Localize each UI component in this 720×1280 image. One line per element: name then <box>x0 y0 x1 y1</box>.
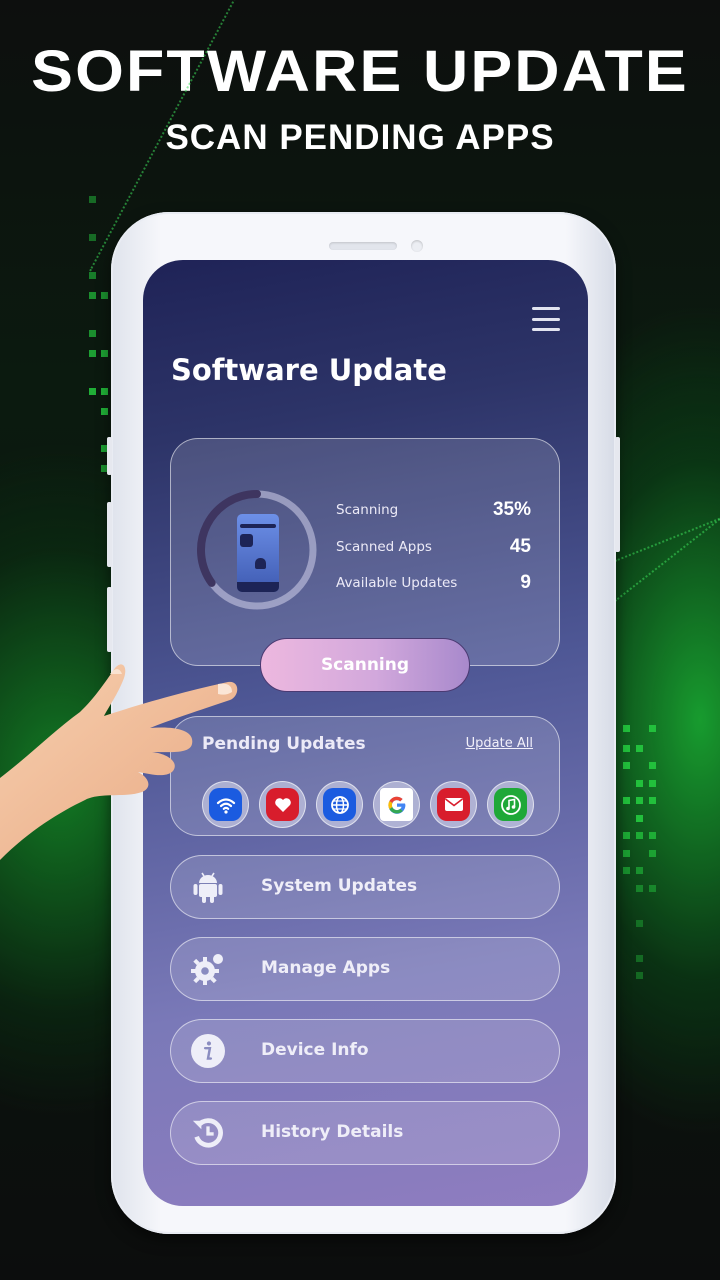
menu-item-history-details[interactable]: History Details <box>170 1101 560 1165</box>
health-app[interactable] <box>259 781 306 828</box>
google-icon <box>380 788 413 821</box>
stat-available-updates: Available Updates 9 <box>336 572 531 594</box>
decor-pixel <box>623 745 630 752</box>
stat-value: 45 <box>509 536 531 557</box>
browser-app[interactable] <box>316 781 363 828</box>
phone-side-button <box>107 437 112 475</box>
decor-pixel <box>649 885 656 892</box>
decor-pixel <box>636 920 643 927</box>
phone-side-button <box>107 502 112 567</box>
gear-icon <box>191 952 225 986</box>
menu-line <box>532 328 560 331</box>
pending-app-list <box>202 781 534 828</box>
update-all-link[interactable]: Update All <box>466 736 533 751</box>
menu-item-label: History Details <box>261 1122 404 1142</box>
stat-label: Available Updates <box>336 575 458 591</box>
illustration-gear <box>240 534 253 547</box>
menu-line <box>532 307 560 310</box>
page-title: Software Update <box>171 353 447 387</box>
decor-pixel <box>649 762 656 769</box>
stat-scanning: Scanning 35% <box>336 499 531 521</box>
decor-pixel <box>89 330 96 337</box>
illustration-nav-bar <box>237 582 279 592</box>
stat-label: Scanning <box>336 502 399 518</box>
decor-pixel <box>101 292 108 299</box>
decor-pixel <box>623 850 630 857</box>
decor-pixel <box>89 234 96 241</box>
decor-pixel <box>649 832 656 839</box>
hand-shape <box>0 664 238 860</box>
decor-streak <box>614 501 720 602</box>
stat-scanned-apps: Scanned Apps 45 <box>336 536 531 558</box>
hamburger-menu-icon[interactable] <box>532 307 560 331</box>
menu-item-manage-apps[interactable]: Manage Apps <box>170 937 560 1001</box>
decor-pixel <box>636 745 643 752</box>
info-icon <box>191 1034 225 1068</box>
decor-pixel <box>623 762 630 769</box>
phone-side-button <box>615 437 620 552</box>
decor-pixel <box>636 867 643 874</box>
illustration-search-bar <box>240 524 276 528</box>
menu-line <box>532 317 560 321</box>
google-app[interactable] <box>373 781 420 828</box>
stat-label: Scanned Apps <box>336 539 432 555</box>
music-app[interactable] <box>487 781 534 828</box>
decor-pixel <box>89 272 96 279</box>
decor-pixel <box>89 196 96 203</box>
decor-pixel <box>649 850 656 857</box>
stat-value: 9 <box>520 572 531 593</box>
pointing-hand-illustration <box>0 664 238 860</box>
decor-pixel <box>636 832 643 839</box>
decor-pixel <box>89 350 96 357</box>
decor-pixel <box>636 972 643 979</box>
scan-status-card: Scanning 35% Scanned Apps 45 Available U… <box>170 438 560 666</box>
decor-pixel <box>636 815 643 822</box>
menu-item-device-info[interactable]: Device Info <box>170 1019 560 1083</box>
decor-pixel <box>101 350 108 357</box>
decor-pixel <box>623 725 630 732</box>
menu-item-label: Manage Apps <box>261 958 391 978</box>
menu-item-label: System Updates <box>261 876 418 896</box>
menu-item-label: Device Info <box>261 1040 369 1060</box>
phone-scan-illustration <box>237 514 279 592</box>
decor-pixel <box>636 797 643 804</box>
heart-icon <box>266 788 299 821</box>
decor-pixel <box>623 797 630 804</box>
history-icon <box>191 1116 225 1150</box>
phone-speaker <box>329 242 397 250</box>
decor-pixel <box>649 797 656 804</box>
decor-pixel <box>636 955 643 962</box>
music-icon <box>494 788 527 821</box>
mail-app[interactable] <box>430 781 477 828</box>
decor-pixel <box>89 388 96 395</box>
illustration-android <box>255 558 266 569</box>
decor-pixel <box>636 780 643 787</box>
globe-icon <box>323 788 356 821</box>
decor-pixel <box>623 832 630 839</box>
decor-pixel <box>623 867 630 874</box>
stat-value: 35% <box>492 499 531 520</box>
phone-side-button <box>107 587 112 652</box>
decor-pixel <box>89 292 96 299</box>
decor-streak <box>614 507 720 562</box>
decor-pixel <box>101 408 108 415</box>
decor-pixel <box>649 725 656 732</box>
decor-pixel <box>649 780 656 787</box>
decor-pixel <box>636 885 643 892</box>
phone-camera <box>411 240 423 252</box>
scanning-button[interactable]: Scanning <box>260 638 470 692</box>
promo-title: SOFTWARE UPDATE <box>31 39 689 104</box>
decor-pixel <box>101 388 108 395</box>
mail-icon <box>437 788 470 821</box>
promo-subtitle: SCAN PENDING APPS <box>165 118 555 157</box>
